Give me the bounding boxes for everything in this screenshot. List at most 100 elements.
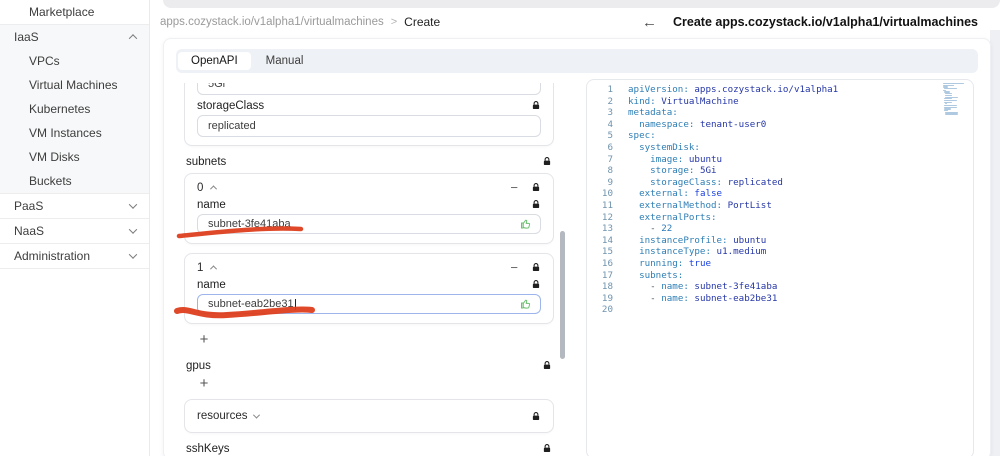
line-number: 17 [601, 269, 613, 281]
minimap-line [945, 113, 958, 115]
code-line: 6 systemDisk: [587, 142, 973, 154]
code-line: 3 metadata: [587, 107, 973, 119]
subnet-name-value: subnet-eab2be31 [208, 298, 294, 310]
line-number: 3 [607, 107, 613, 119]
sidebar-item-label: Marketplace [29, 5, 95, 19]
subnet-item-card-0: 0− name subnet-3fe41aba [184, 173, 554, 244]
breadcrumb-separator: > [390, 16, 398, 28]
storage-input[interactable]: 5Gi [197, 83, 541, 95]
chevron-down-icon [128, 225, 138, 234]
line-number: 6 [607, 141, 613, 153]
page-scrollbar-gutter[interactable] [990, 30, 1000, 456]
resources-group[interactable]: resources [184, 399, 554, 433]
line-number: 1 [607, 84, 613, 95]
code-line: 5 spec: [587, 130, 973, 142]
lock-icon[interactable] [542, 443, 552, 454]
main-area: apps.cozystack.io/v1alpha1/virtualmachin… [150, 0, 1000, 456]
lock-icon[interactable] [542, 360, 552, 371]
remove-subnet-button[interactable]: − [510, 261, 518, 274]
lock-icon[interactable] [531, 100, 541, 111]
line-number: 13 [601, 223, 613, 235]
create-form-card: OpenAPIManual 5Gi storageClass replicat [163, 38, 991, 456]
lock-icon[interactable] [531, 262, 541, 273]
lock-icon[interactable] [531, 199, 541, 210]
code-line: 7 image: ubuntu [587, 154, 973, 166]
chevron-up-icon [210, 265, 218, 273]
sidebar-section: NaaS [0, 219, 149, 244]
subnet-name-input-0[interactable]: subnet-3fe41aba [197, 214, 541, 234]
thumbs-up-icon [520, 218, 532, 230]
minimap-line [944, 104, 957, 107]
storage-class-label: storageClass [197, 99, 265, 112]
sidebar-item-vpcs[interactable]: VPCs [0, 49, 149, 73]
line-number: 16 [601, 257, 613, 269]
editor-minimap[interactable] [943, 83, 969, 117]
sidebar-section: Marketplace [0, 0, 149, 25]
sidebar-item-label: Buckets [29, 174, 72, 188]
yaml-editor[interactable]: 1 apiVersion: apps.cozystack.io/v1alpha1 2… [586, 79, 974, 456]
sidebar-item-iaas[interactable]: IaaS [0, 25, 149, 49]
code-line: 9 storageClass: replicated [587, 177, 973, 189]
chevron-up-icon [210, 185, 218, 193]
back-arrow-icon[interactable]: ← [642, 15, 657, 30]
line-number: 8 [607, 165, 613, 177]
sidebar-section: Administration [0, 244, 149, 269]
code-line: 13 - 22 [587, 223, 973, 235]
sidebar-item-naas[interactable]: NaaS [0, 219, 149, 243]
code-line: 16 running: true [587, 258, 973, 270]
sidebar-item-marketplace[interactable]: Marketplace [0, 0, 149, 24]
app-window: Marketplace IaaS VPCs Virtual Machines Kuber… [0, 0, 1000, 456]
minimap-line [944, 88, 957, 90]
subnet-name-value: subnet-3fe41aba [208, 218, 291, 230]
breadcrumb-path-link[interactable]: apps.cozystack.io/v1alpha1/virtualmachin… [160, 16, 384, 28]
line-number: 19 [601, 292, 613, 304]
lock-icon[interactable] [531, 279, 541, 290]
breadcrumb-bar: apps.cozystack.io/v1alpha1/virtualmachin… [150, 8, 990, 36]
code-line: 2 kind: VirtualMachine [587, 96, 973, 108]
sidebar-item-kubernetes[interactable]: Kubernetes [0, 97, 149, 121]
sidebar-item-administration[interactable]: Administration [0, 244, 149, 268]
sidebar-item-vm-instances[interactable]: VM Instances [0, 121, 149, 145]
lock-icon[interactable] [531, 411, 541, 422]
form-tabbar: OpenAPI Manual [176, 49, 978, 73]
form-scrollbar-thumb[interactable] [560, 231, 565, 359]
code-line: 10 external: false [587, 188, 973, 200]
subnet-name-input-1[interactable]: subnet-eab2be31 [197, 294, 541, 314]
chevron-up-icon [128, 34, 138, 43]
chevron-down-icon [128, 200, 138, 209]
sidebar-item-label: Kubernetes [29, 102, 91, 116]
sidebar-item-buckets[interactable]: Buckets [0, 169, 149, 193]
sidebar-item-label: Administration [14, 249, 91, 263]
tab-openapi[interactable]: OpenAPI [178, 52, 251, 70]
tab-manual[interactable]: Manual [253, 52, 317, 70]
add-gpu-button[interactable]: + [196, 376, 212, 393]
lock-icon[interactable] [531, 182, 541, 193]
sidebar-item-paas[interactable]: PaaS [0, 194, 149, 218]
lock-icon[interactable] [542, 156, 552, 167]
storage-input-value: 5Gi [208, 83, 226, 90]
line-number: 4 [607, 118, 613, 130]
subnet-name-label: name [197, 278, 226, 291]
subnet-item-header: 1− [197, 261, 541, 274]
sidebar-item-label: VM Disks [29, 150, 80, 164]
code-line: 17 subnets: [587, 270, 973, 282]
code-line: 14 instanceProfile: ubuntu [587, 235, 973, 247]
code-line: 12 externalPorts: [587, 212, 973, 224]
chevron-down-icon [128, 250, 138, 259]
chevron-down-icon [252, 411, 260, 419]
gpus-section-label: gpus [186, 359, 211, 372]
add-subnet-button[interactable]: + [196, 332, 212, 349]
storage-class-input[interactable]: replicated [197, 115, 541, 137]
line-number: 7 [607, 153, 613, 165]
line-number: 10 [601, 188, 613, 200]
sidebar-item-vm-disks[interactable]: VM Disks [0, 145, 149, 169]
remove-subnet-button[interactable]: − [510, 181, 518, 194]
subnet-item-card-1: 1− name subnet-eab2be31 [184, 253, 554, 324]
resources-label: resources [197, 410, 248, 422]
subnet-name-label: name [197, 198, 226, 211]
minimap-line [945, 94, 952, 96]
form-panels: 5Gi storageClass replicated subnets 0 − … [174, 79, 978, 456]
sidebar-section: IaaS VPCs Virtual Machines Kubernetes VM Ins… [0, 25, 149, 194]
system-disk-group: 5Gi storageClass replicated [184, 83, 554, 146]
sidebar-item-virtual-machines[interactable]: Virtual Machines [0, 73, 149, 97]
